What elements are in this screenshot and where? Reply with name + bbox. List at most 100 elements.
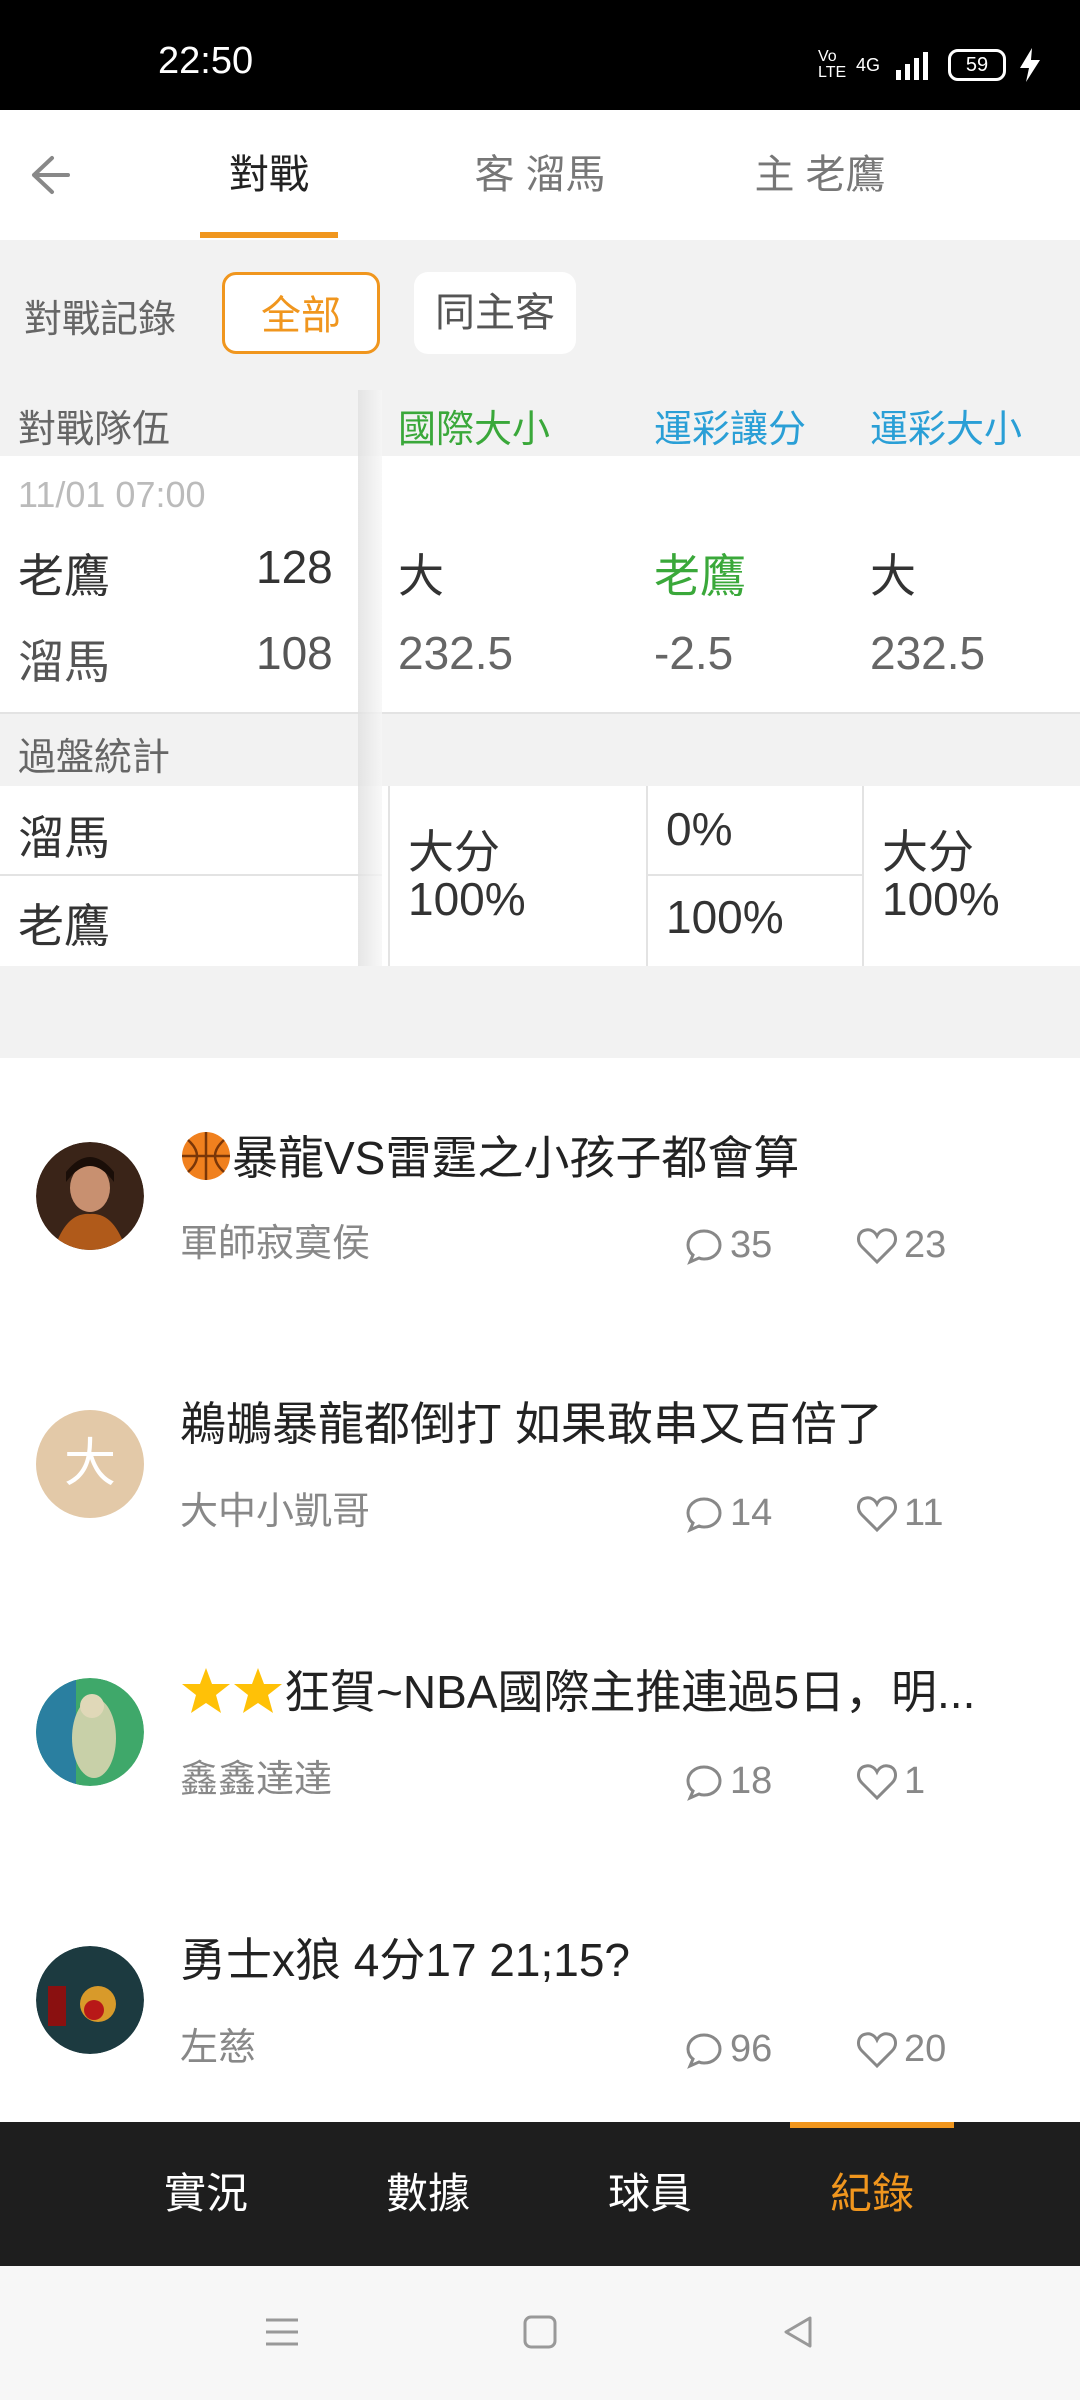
filter-all-button[interactable]: 全部	[222, 272, 380, 354]
header-teams: 對戰隊伍	[18, 409, 171, 451]
like-count[interactable]: 1	[856, 1760, 925, 1803]
post-author: 大中小凱哥	[180, 1491, 371, 1533]
nav-data[interactable]: 數據	[348, 2122, 508, 2266]
nav-live[interactable]: 實況	[126, 2122, 286, 2266]
back-icon[interactable]	[778, 2312, 818, 2352]
post-author: 軍師寂寞侯	[180, 1223, 371, 1265]
col-divider	[862, 786, 864, 966]
like-count-value: 23	[904, 1224, 947, 1266]
tab-matchup[interactable]: 對戰	[200, 110, 338, 240]
network-label: 4G	[855, 54, 880, 75]
status-time: 22:50	[158, 40, 254, 82]
post-title-text: 狂賀~NBA國際主推連過5日，明...	[284, 1666, 976, 1718]
battery-icon: 59	[948, 49, 1006, 81]
avatar[interactable]: 大	[36, 1410, 144, 1518]
header-spread: 運彩讓分	[654, 409, 807, 451]
avatar[interactable]	[36, 1678, 144, 1786]
avatar[interactable]	[36, 1946, 144, 2054]
col-divider	[388, 786, 390, 966]
nav-records[interactable]: 紀錄	[792, 2122, 952, 2266]
star-icon	[182, 1668, 230, 1713]
post-title: 狂賀~NBA國際主推連過5日，明...	[180, 1656, 975, 1722]
stats-title: 過盤統計	[18, 737, 171, 779]
home-team-name: 老鷹	[18, 550, 110, 602]
spread-stat-top: 0%	[666, 803, 733, 855]
like-count-value: 1	[904, 1760, 926, 1802]
back-arrow-icon[interactable]	[22, 150, 72, 200]
post-item[interactable]: 狂賀~NBA國際主推連過5日，明... 鑫鑫達達 18 1	[0, 1594, 1080, 1864]
total-result: 大	[870, 550, 916, 602]
comment-icon	[686, 1496, 722, 1533]
post-item[interactable]: 勇士x狼 4分17 21;15? 左慈 96 20	[0, 1862, 1080, 2122]
tab-home-team[interactable]: 主 老鷹	[720, 110, 920, 240]
header-intl-total: 國際大小	[398, 409, 551, 451]
section-gap	[0, 966, 1080, 1058]
heart-icon	[857, 1495, 897, 1532]
row-divider	[646, 874, 862, 876]
like-count[interactable]: 20	[856, 2028, 946, 2071]
intl-line: 232.5	[398, 627, 514, 679]
spread-stat-bottom: 100%	[666, 891, 784, 943]
system-nav-bar	[0, 2266, 1080, 2400]
stats-header: 過盤統計	[0, 714, 1080, 788]
filter-label: 對戰記錄	[24, 299, 177, 341]
star-icon	[234, 1668, 282, 1713]
nav-players[interactable]: 球員	[570, 2122, 730, 2266]
frozen-column-shadow	[358, 390, 382, 966]
total-stat-pct: 100%	[882, 873, 1000, 925]
record-filter-bar: 對戰記錄 全部 同主客	[0, 240, 1080, 390]
post-author: 左慈	[180, 2027, 257, 2069]
comment-count-value: 35	[730, 1224, 773, 1266]
post-title-text: 暴龍VS雷霆之小孩子都會算	[232, 1132, 800, 1184]
home-icon[interactable]	[520, 2312, 560, 2352]
comment-icon	[686, 2032, 722, 2069]
comment-count-value: 14	[730, 1492, 773, 1534]
tab-away-team[interactable]: 客 溜馬	[440, 110, 640, 240]
post-title: 勇士x狼 4分17 21;15?	[180, 1934, 631, 1986]
post-author: 鑫鑫達達	[180, 1759, 333, 1801]
tab-active-indicator	[200, 232, 338, 238]
home-team-score: 128	[256, 541, 333, 593]
comment-count[interactable]: 18	[684, 1760, 772, 1803]
row-divider	[0, 874, 382, 876]
comment-count[interactable]: 14	[684, 1492, 772, 1535]
filter-same-venue-button[interactable]: 同主客	[414, 272, 576, 354]
charging-icon	[1020, 48, 1040, 82]
match-row[interactable]: 11/01 07:00 老鷹 128 溜馬 108 大 232.5 老鷹 -2.…	[0, 456, 1080, 714]
status-bar: 22:50 Vo LTE 4G 59	[0, 0, 1080, 110]
status-icons: Vo LTE 4G 59	[818, 48, 1040, 82]
like-count-value: 20	[904, 2028, 947, 2070]
bottom-nav: 實況 數據 球員 紀錄	[0, 2122, 1080, 2266]
col-divider	[646, 786, 648, 966]
table-header: 對戰隊伍 國際大小 運彩讓分 運彩大小	[0, 390, 1080, 458]
avatar[interactable]	[36, 1142, 144, 1250]
heart-icon	[857, 2031, 897, 2068]
volte-icon: Vo LTE	[817, 48, 847, 81]
menu-icon[interactable]	[262, 2312, 302, 2352]
away-team-name: 溜馬	[18, 636, 110, 688]
post-item[interactable]: 暴龍VS雷霆之小孩子都會算 軍師寂寞侯 35 23	[0, 1058, 1080, 1328]
comment-icon	[686, 1764, 722, 1801]
post-title: 暴龍VS雷霆之小孩子都會算	[180, 1122, 799, 1188]
comment-count[interactable]: 35	[684, 1224, 772, 1267]
like-count[interactable]: 23	[856, 1224, 946, 1267]
comment-icon	[686, 1228, 722, 1265]
total-line: 232.5	[870, 627, 986, 679]
away-team-score: 108	[256, 627, 333, 679]
intl-result: 大	[398, 550, 444, 602]
heart-icon	[857, 1227, 897, 1264]
like-count[interactable]: 11	[856, 1492, 943, 1535]
comment-count[interactable]: 96	[684, 2028, 772, 2071]
spread-result: 老鷹	[654, 550, 746, 602]
stats-team-1: 溜馬	[18, 812, 110, 864]
stats-rows: 溜馬 老鷹 大分 100% 0% 100% 大分 100%	[0, 786, 1080, 968]
header-total: 運彩大小	[870, 409, 1023, 451]
like-count-value: 11	[904, 1492, 944, 1534]
basketball-icon	[182, 1132, 230, 1180]
post-item[interactable]: 大 鵜鶘暴龍都倒打 如果敢串又百倍了 大中小凱哥 14 11	[0, 1326, 1080, 1596]
intl-stat-pct: 100%	[408, 873, 526, 925]
match-datetime: 11/01 07:00	[18, 474, 206, 515]
signal-icon	[896, 52, 928, 80]
heart-icon	[857, 1763, 897, 1800]
comment-count-value: 18	[730, 1760, 773, 1802]
